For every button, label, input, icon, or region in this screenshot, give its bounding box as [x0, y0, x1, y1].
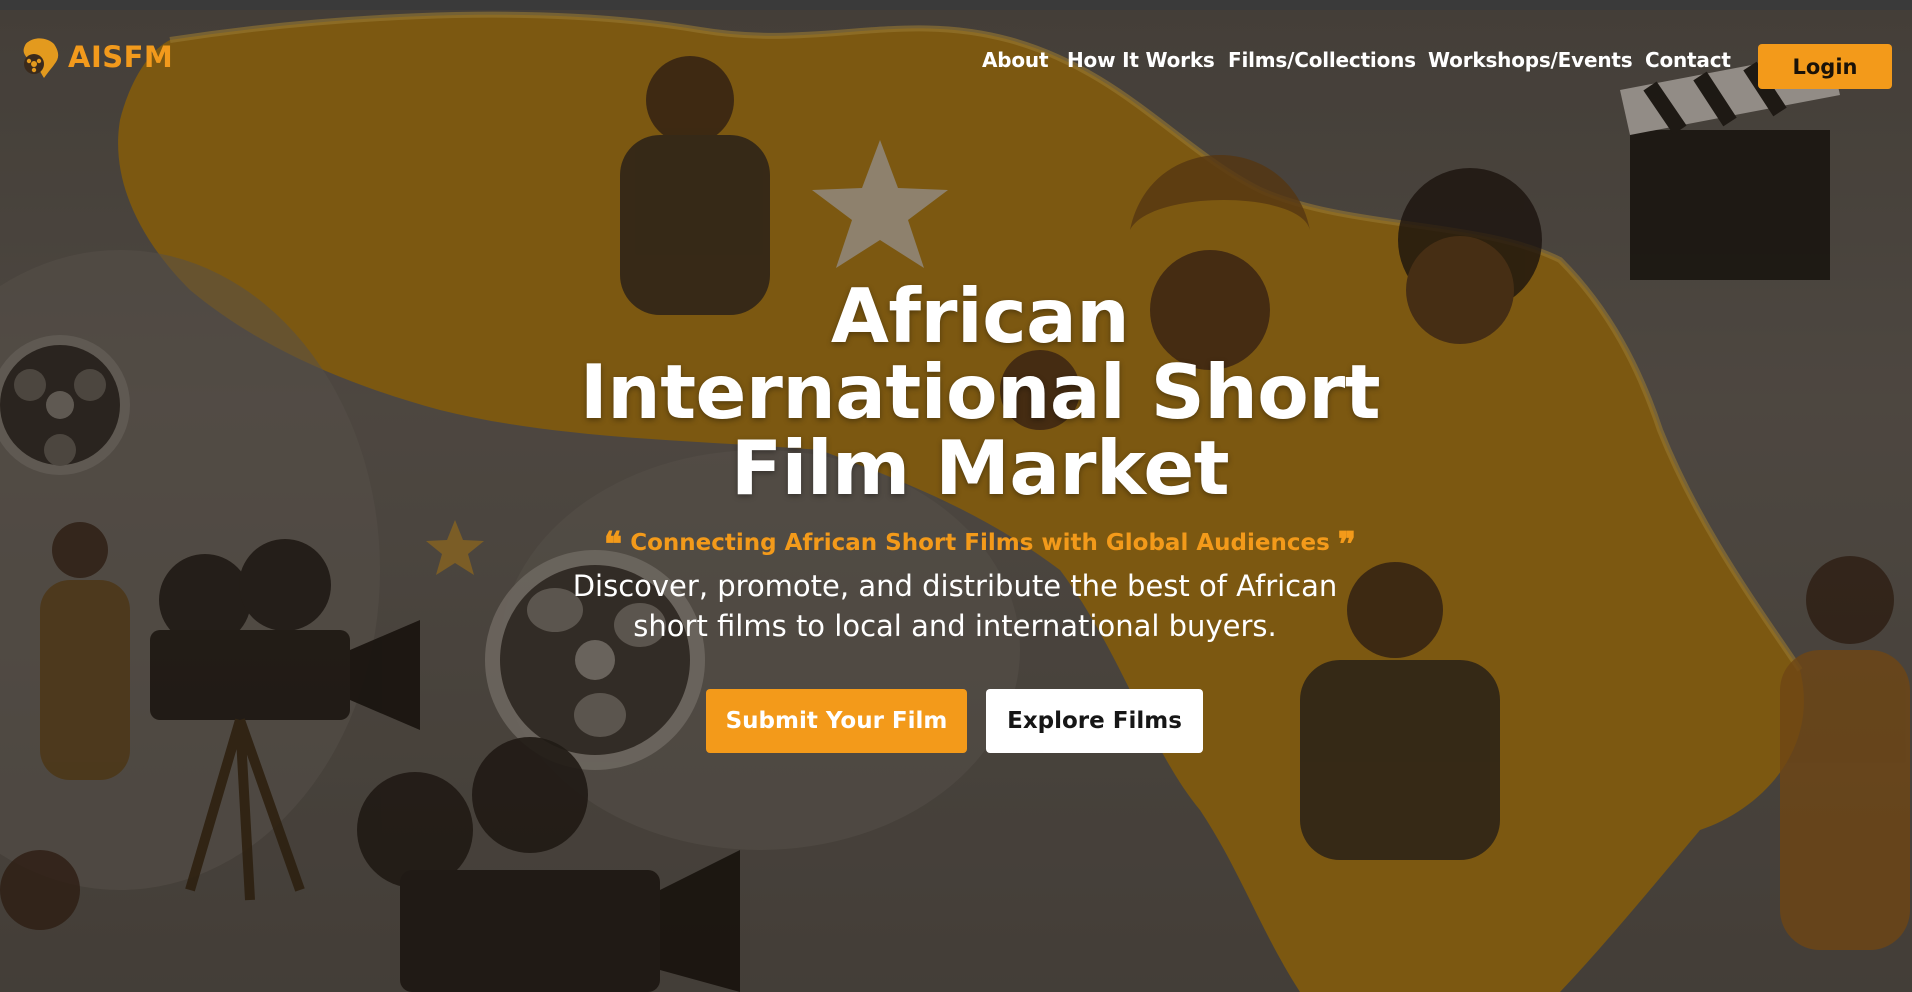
nav-contact[interactable]: Contact — [1645, 48, 1731, 72]
hero-description-line-2: short films to local and international b… — [633, 609, 1277, 643]
hero-title-line-3: Film Market — [730, 424, 1230, 512]
hero-tagline-text: Connecting African Short Films with Glob… — [630, 530, 1330, 556]
nav-films-collections[interactable]: Films/Collections — [1228, 48, 1416, 72]
hero-section: AISFM About How It Works Films/Collectio… — [0, 10, 1912, 992]
nav-workshops-events[interactable]: Workshops/Events — [1428, 48, 1633, 72]
nav-how-it-works[interactable]: How It Works — [1067, 48, 1215, 72]
hero-title-line-1: African — [830, 272, 1130, 360]
submit-film-button[interactable]: Submit Your Film — [706, 689, 967, 753]
africa-film-reel-logo-icon — [23, 38, 59, 78]
hero-title-line-2: International Short — [579, 348, 1381, 436]
brand-logo[interactable]: AISFM — [20, 34, 173, 80]
hero-title: African International Short Film Market — [480, 278, 1480, 506]
login-button[interactable]: Login — [1758, 44, 1892, 89]
hero-description: Discover, promote, and distribute the be… — [530, 566, 1380, 646]
top-navigation: AISFM About How It Works Films/Collectio… — [0, 10, 1912, 102]
hero-description-line-1: Discover, promote, and distribute the be… — [572, 569, 1338, 603]
nav-about[interactable]: About — [982, 48, 1049, 72]
hero-tagline: ❝ Connecting African Short Films with Gl… — [480, 525, 1480, 565]
brand-name: AISFM — [68, 40, 174, 74]
close-quote-icon: ❞ — [1337, 525, 1357, 565]
explore-films-button[interactable]: Explore Films — [986, 689, 1203, 753]
browser-top-edge — [0, 0, 1912, 10]
open-quote-icon: ❝ — [603, 525, 623, 565]
